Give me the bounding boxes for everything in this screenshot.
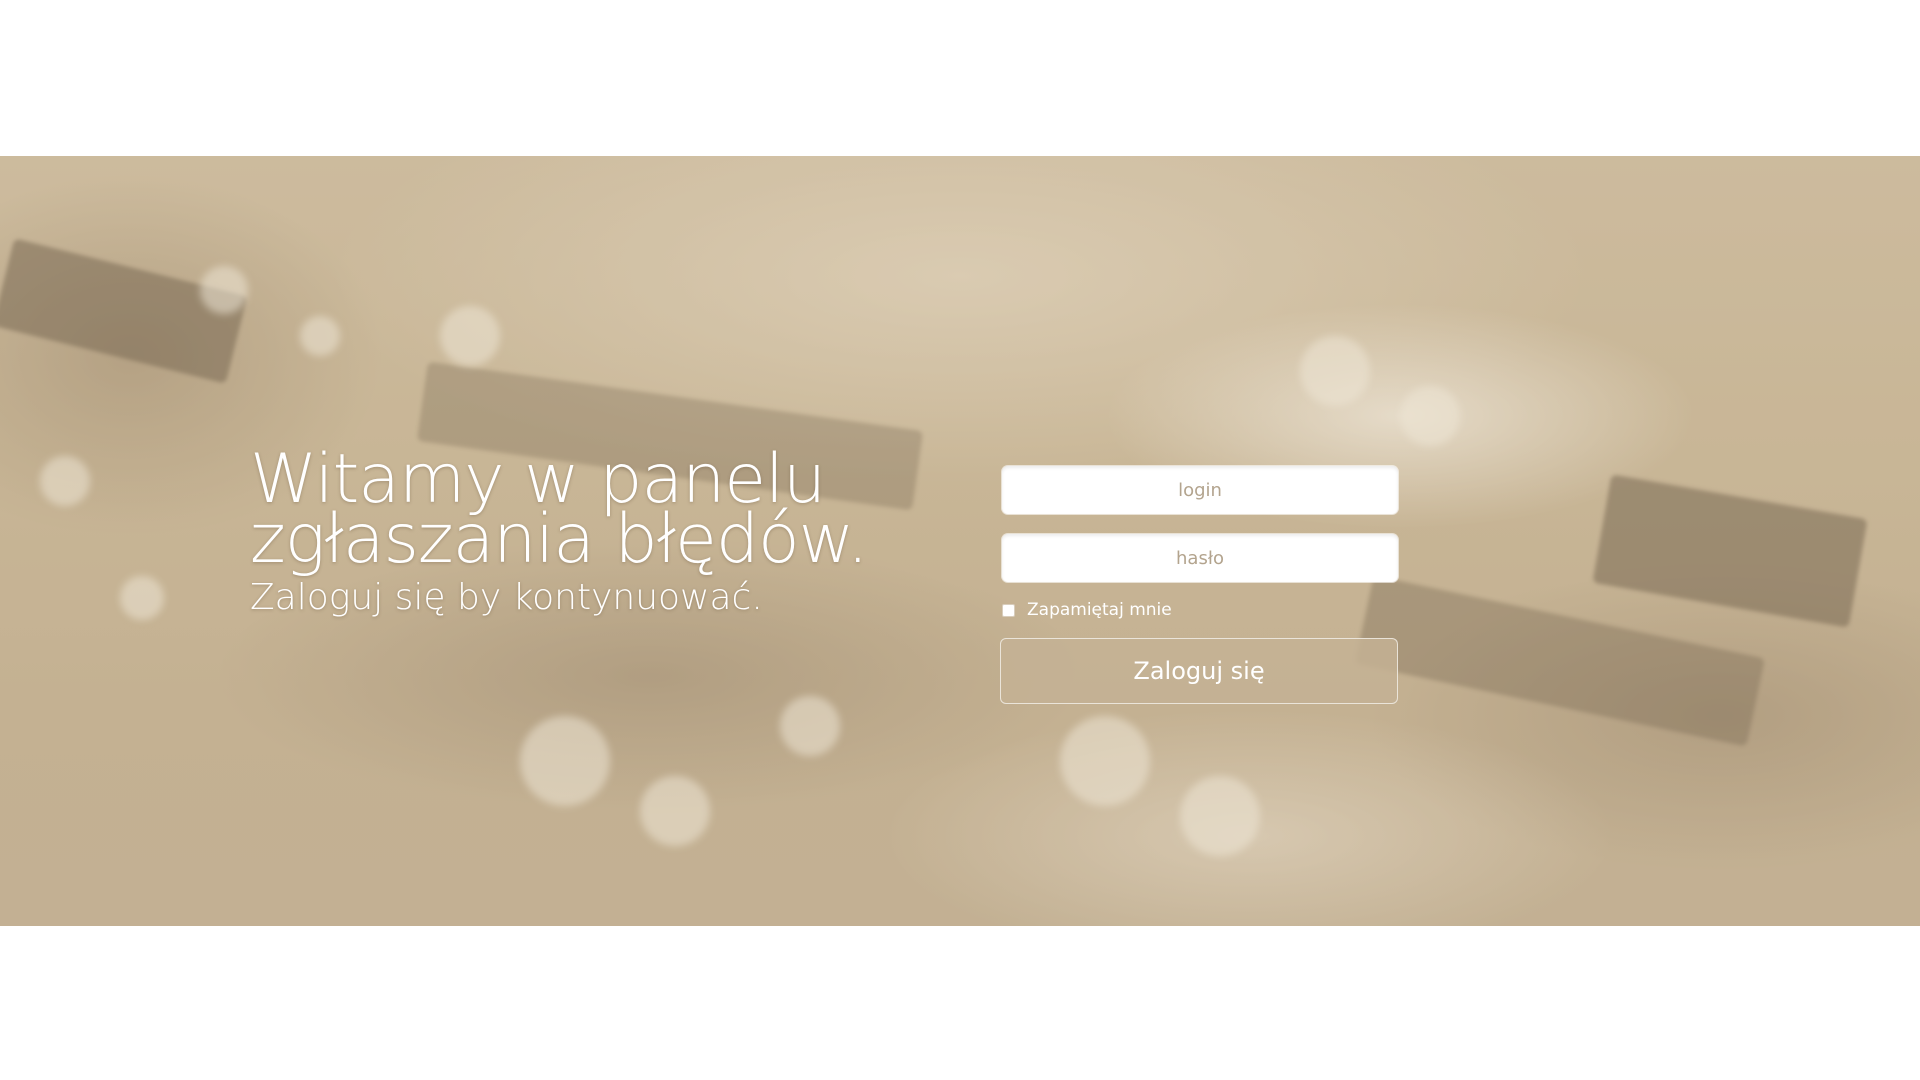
welcome-subtitle: Zaloguj się by kontynuować.: [250, 577, 763, 618]
welcome-heading: Witamy w panelu zgłaszania błędów.: [250, 446, 950, 579]
login-input[interactable]: [1002, 466, 1398, 514]
password-input[interactable]: [1002, 534, 1398, 582]
login-form: Zapamiętaj mnie Zaloguj się: [1000, 466, 1398, 704]
login-button[interactable]: Zaloguj się: [1000, 638, 1398, 704]
remember-me-label: Zapamiętaj mnie: [1027, 600, 1172, 620]
welcome-section: Witamy w panelu zgłaszania błędów. Zalog…: [250, 446, 950, 620]
welcome-heading-line2: zgłaszania błędów.: [250, 500, 869, 579]
page: Witamy w panelu zgłaszania błędów. Zalog…: [0, 0, 1920, 1080]
remember-me[interactable]: Zapamiętaj mnie: [1002, 598, 1398, 622]
remember-me-checkbox[interactable]: [1002, 603, 1015, 617]
